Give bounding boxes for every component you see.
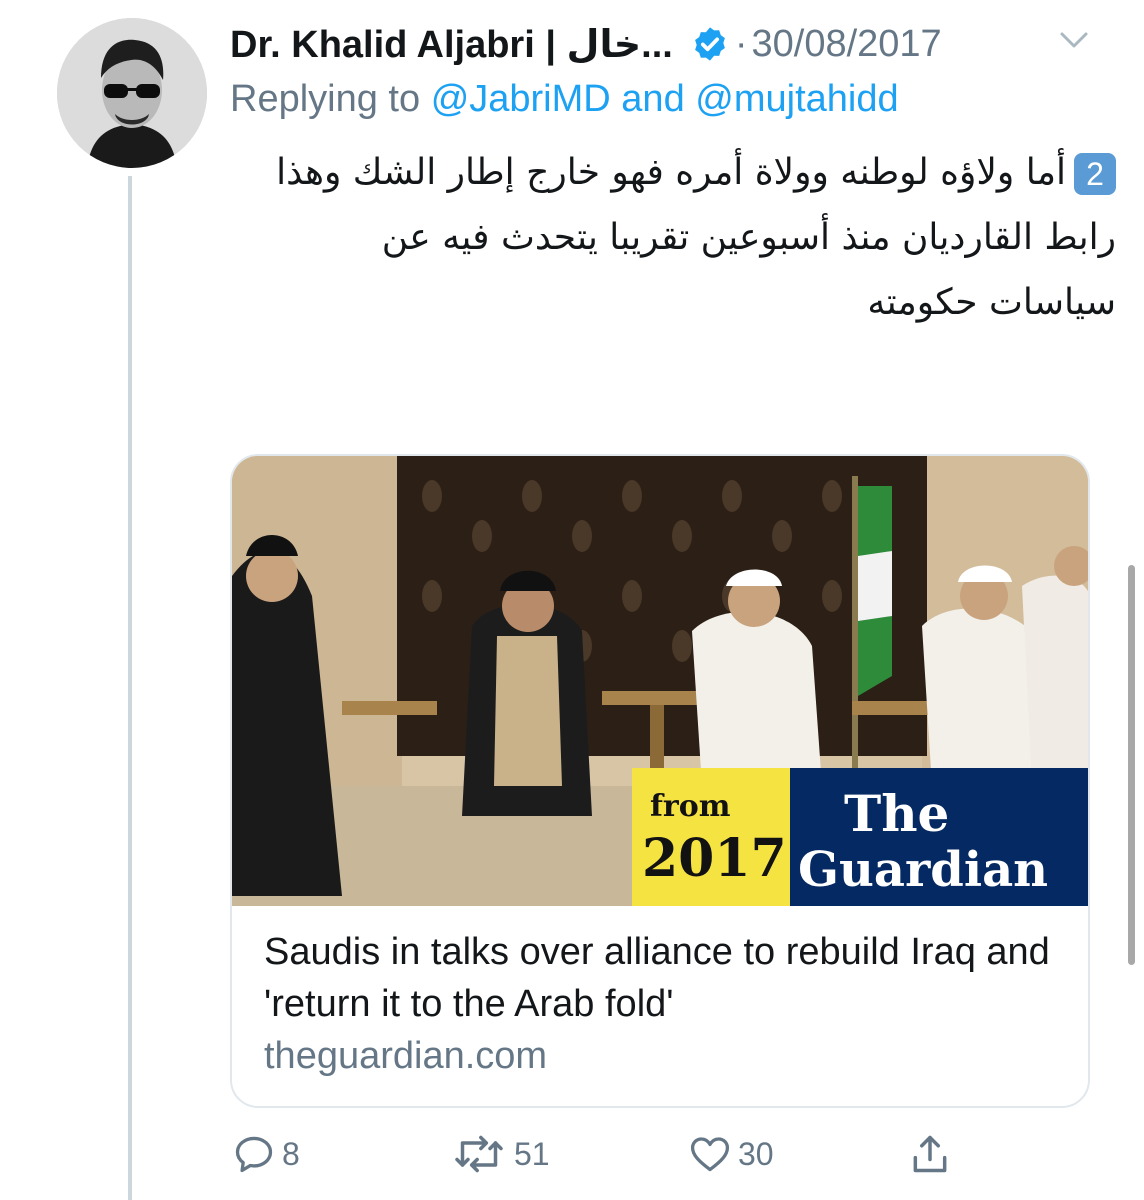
verified-badge-icon — [694, 27, 725, 61]
badge-from: from — [650, 789, 731, 824]
action-bar: 8 51 30 — [0, 1132, 1144, 1182]
logo-the: The — [844, 784, 949, 843]
like-button[interactable]: 30 — [688, 1132, 774, 1176]
retweet-button[interactable]: 51 — [450, 1132, 550, 1176]
tweet-date[interactable]: 30/08/2017 — [752, 23, 942, 66]
link-card[interactable]: from 2017 The Guardian Saudis in talks o… — [230, 454, 1090, 1108]
retweet-count: 51 — [514, 1135, 550, 1172]
like-count: 30 — [738, 1135, 774, 1172]
replying-label: Replying to — [230, 78, 421, 120]
reply-count: 8 — [282, 1135, 300, 1172]
scrollbar[interactable] — [1128, 565, 1135, 965]
thread-line — [128, 176, 132, 1200]
article-photo: from 2017 The Guardian — [232, 456, 1088, 906]
tweet-header: Dr. Khalid Aljabri | خال... · 30/08/2017 — [230, 14, 942, 74]
mention-jabrimd[interactable]: @JabriMD — [431, 78, 611, 120]
card-domain: theguardian.com — [264, 1035, 548, 1077]
tweet-body: أما ولاؤه لوطنه وولاة أمره فهو خارج إطار… — [276, 152, 1116, 323]
avatar[interactable] — [57, 18, 207, 168]
share-icon — [913, 1135, 947, 1173]
heart-icon — [690, 1137, 730, 1172]
mention-mujtahidd[interactable]: @mujtahidd — [695, 78, 898, 120]
replying-to: Replying to @JabriMD and @mujtahidd — [230, 78, 899, 121]
author-name[interactable]: Dr. Khalid Aljabri | خال... — [230, 22, 673, 67]
logo-guardian: Guardian — [798, 842, 1048, 898]
card-body: Saudis in talks over alliance to rebuild… — [264, 926, 1064, 1082]
tweet-text: 2أما ولاؤه لوطنه وولاة أمره فهو خارج إطا… — [256, 140, 1116, 335]
card-image: from 2017 The Guardian — [232, 456, 1088, 906]
retweet-icon — [455, 1135, 503, 1173]
card-title: Saudis in talks over alliance to rebuild… — [264, 931, 1050, 1025]
reply-button[interactable]: 8 — [232, 1132, 300, 1176]
and-label: and — [621, 78, 685, 120]
share-button[interactable] — [908, 1132, 952, 1176]
profile-photo — [57, 18, 207, 168]
header-separator: · — [734, 22, 748, 65]
keycap-number-badge: 2 — [1074, 153, 1116, 195]
badge-year: 2017 — [642, 828, 787, 889]
reply-icon — [235, 1136, 273, 1173]
chevron-down-icon[interactable] — [1058, 28, 1090, 52]
